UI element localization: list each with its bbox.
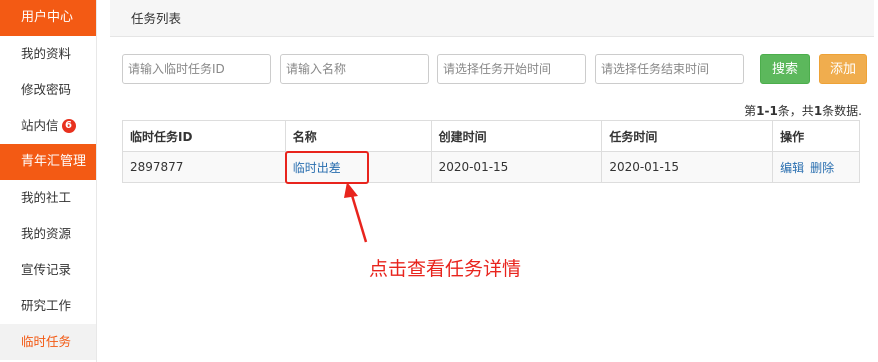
sidebar-item-messages[interactable]: 站内信 6 bbox=[0, 108, 96, 144]
sidebar-item-my-resources[interactable]: 我的资源 bbox=[0, 216, 96, 252]
table-header-row: 临时任务ID 名称 创建时间 任务时间 操作 bbox=[122, 120, 860, 152]
annotation-text: 点击查看任务详情 bbox=[369, 258, 522, 280]
cell-actions: 编辑 删除 bbox=[772, 151, 860, 183]
add-button[interactable]: 添加 bbox=[819, 54, 867, 84]
header-task-id: 临时任务ID bbox=[122, 120, 286, 152]
task-table: 临时任务ID 名称 创建时间 任务时间 操作 2897877 临时出差 2020… bbox=[122, 120, 860, 183]
count-total: 1 bbox=[813, 104, 823, 118]
cell-task-time: 2020-01-15 bbox=[601, 151, 774, 183]
task-id-input[interactable] bbox=[122, 54, 271, 84]
count-mid: 条，共 bbox=[777, 104, 814, 118]
sidebar-item-publicity-records[interactable]: 宣传记录 bbox=[0, 252, 96, 288]
main-content: 任务列表 搜索 添加 第1-1条，共1条数据. 临时任务ID 名称 创建时间 任… bbox=[110, 0, 878, 362]
message-count-badge: 6 bbox=[61, 118, 76, 133]
sidebar-group-youth-management[interactable]: 青年汇管理 bbox=[0, 144, 96, 180]
count-prefix: 第 bbox=[744, 104, 757, 118]
search-button[interactable]: 搜索 bbox=[760, 54, 810, 84]
header-created: 创建时间 bbox=[430, 120, 603, 152]
sidebar-group-user-center[interactable]: 用户中心 bbox=[0, 0, 96, 36]
cell-task-id: 2897877 bbox=[122, 151, 286, 183]
cell-created: 2020-01-15 bbox=[430, 151, 603, 183]
sidebar-item-my-social-workers[interactable]: 我的社工 bbox=[0, 180, 96, 216]
sidebar-item-temporary-tasks[interactable]: 临时任务 bbox=[0, 324, 96, 360]
sidebar-item-my-profile[interactable]: 我的资料 bbox=[0, 36, 96, 72]
annotation-arrow-icon bbox=[344, 182, 368, 243]
panel-title: 任务列表 bbox=[110, 0, 874, 37]
count-range: 1-1 bbox=[756, 104, 778, 118]
edit-link[interactable]: 编辑 bbox=[780, 161, 804, 175]
task-name-input[interactable] bbox=[280, 54, 429, 84]
header-actions: 操作 bbox=[772, 120, 860, 152]
sidebar-item-label: 站内信 bbox=[21, 118, 59, 133]
start-time-input[interactable] bbox=[437, 54, 586, 84]
delete-link[interactable]: 删除 bbox=[810, 161, 834, 175]
sidebar: 用户中心 我的资料 修改密码 站内信 6 青年汇管理 我的社工 我的资源 宣传记录… bbox=[0, 0, 97, 362]
sidebar-item-research-work[interactable]: 研究工作 bbox=[0, 288, 96, 324]
header-task-time: 任务时间 bbox=[601, 120, 774, 152]
table-row: 2897877 临时出差 2020-01-15 2020-01-15 编辑 删除 bbox=[122, 151, 860, 183]
record-count: 第1-1条，共1条数据. bbox=[744, 102, 862, 119]
end-time-input[interactable] bbox=[595, 54, 744, 84]
count-suffix: 条数据. bbox=[822, 104, 862, 118]
header-name: 名称 bbox=[284, 120, 432, 152]
sidebar-item-change-password[interactable]: 修改密码 bbox=[0, 72, 96, 108]
